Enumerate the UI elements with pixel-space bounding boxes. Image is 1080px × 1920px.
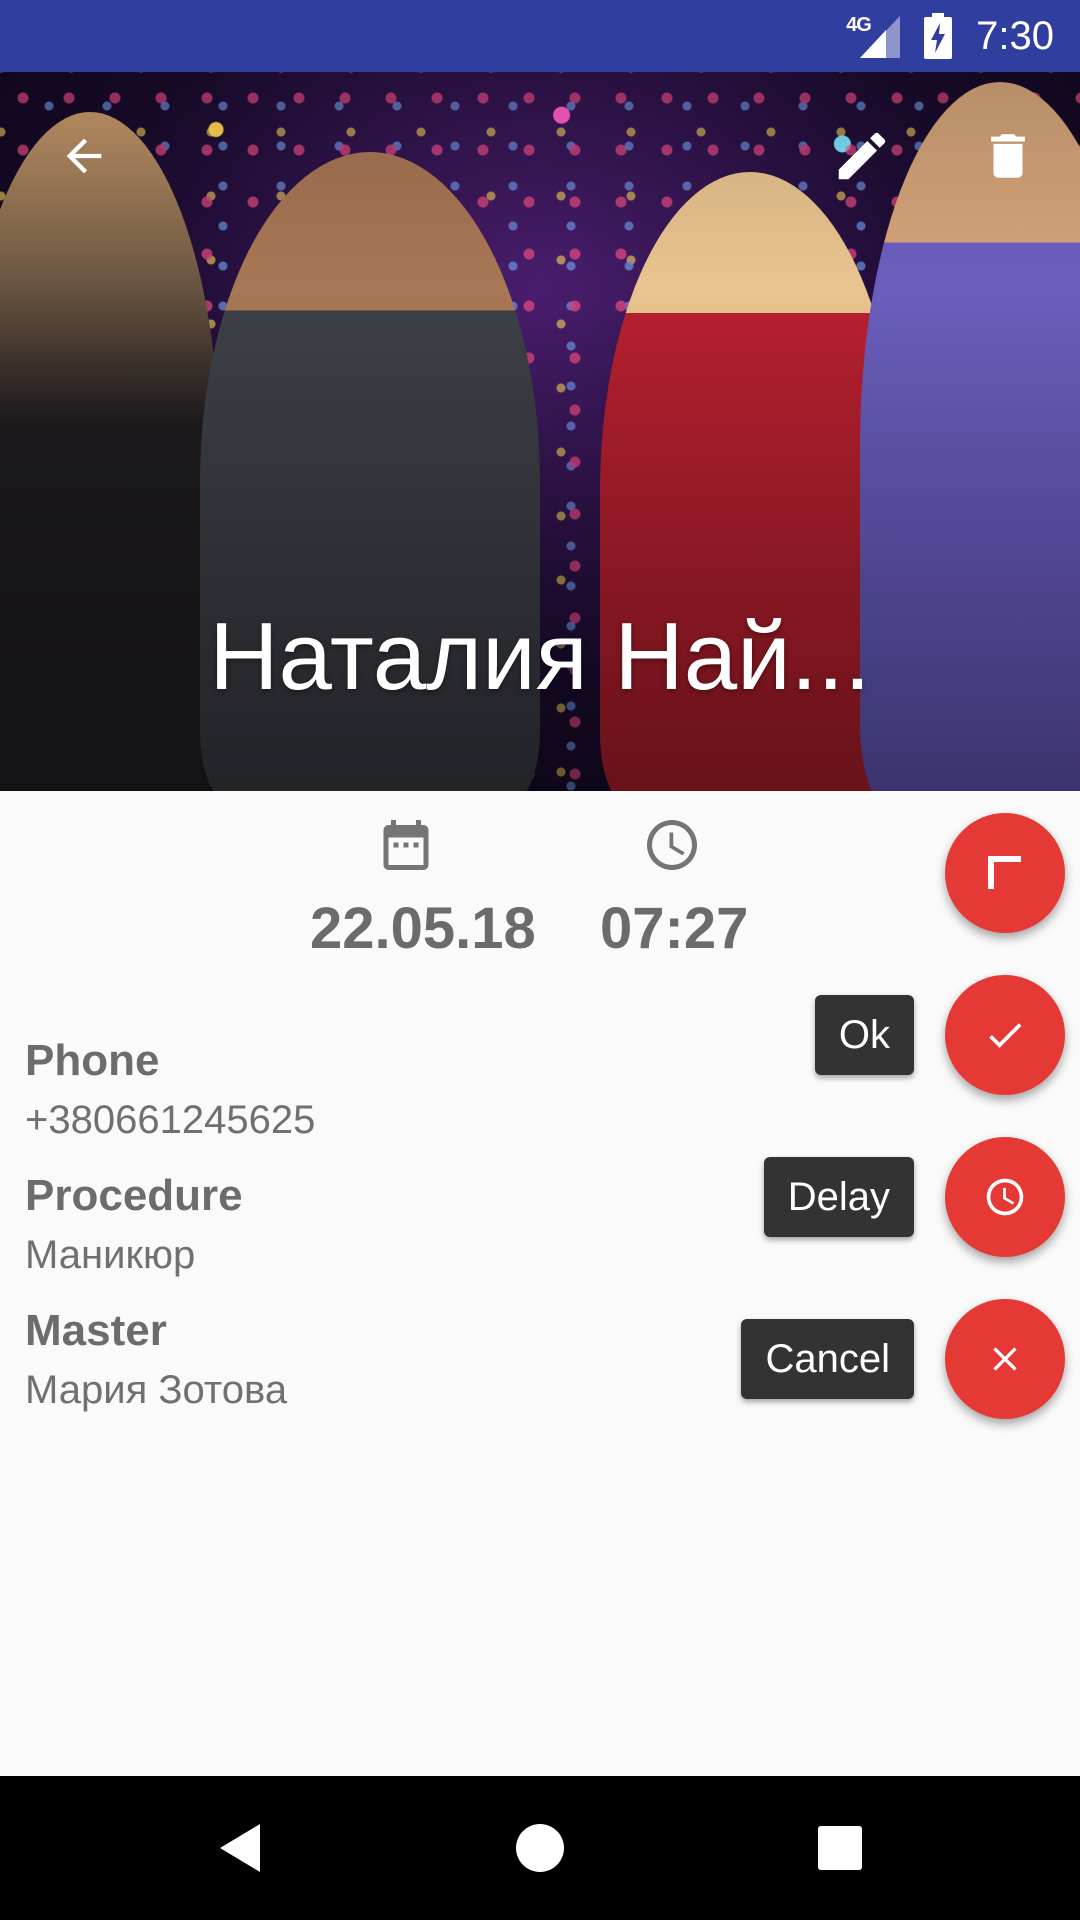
check-icon bbox=[989, 1023, 1022, 1048]
close-icon bbox=[993, 1347, 1017, 1371]
date-value: 22.05.18 bbox=[310, 896, 536, 961]
phone-label: Phone bbox=[25, 1036, 160, 1085]
appointment-time[interactable]: 07:27 bbox=[600, 815, 748, 962]
circle-home-icon bbox=[516, 1824, 564, 1872]
battery-charging-icon bbox=[924, 13, 953, 59]
clock-icon bbox=[647, 820, 697, 870]
square-recents-icon bbox=[818, 1826, 862, 1870]
cancel-button[interactable] bbox=[945, 1299, 1065, 1419]
cancel-label[interactable]: Cancel bbox=[741, 1319, 914, 1399]
time-value: 07:27 bbox=[600, 896, 749, 961]
signal-indicator: 4G bbox=[846, 14, 902, 58]
phone-value[interactable]: +380661245625 bbox=[25, 1098, 315, 1143]
procedure-label: Procedure bbox=[25, 1171, 243, 1220]
triangle-back-icon bbox=[220, 1824, 260, 1872]
delete-button[interactable] bbox=[968, 116, 1048, 196]
nav-back-button[interactable] bbox=[204, 1812, 276, 1884]
nav-recents-button[interactable] bbox=[804, 1812, 876, 1884]
arrow-back-icon bbox=[66, 138, 102, 174]
status-time: 7:30 bbox=[976, 13, 1054, 58]
edit-button[interactable] bbox=[822, 116, 902, 196]
clock-icon bbox=[986, 1178, 1024, 1216]
delay-label[interactable]: Delay bbox=[763, 1157, 914, 1237]
system-navigation-bar bbox=[0, 1776, 1080, 1920]
ok-button[interactable] bbox=[945, 975, 1065, 1095]
delay-button[interactable] bbox=[945, 1137, 1065, 1257]
nav-home-button[interactable] bbox=[504, 1812, 576, 1884]
header-photo: Наталия Най... bbox=[0, 72, 1080, 791]
back-button[interactable] bbox=[44, 116, 124, 196]
master-section: Master Мария Зотова bbox=[25, 1306, 315, 1413]
appointment-detail-screen: 4G 7:30 Наталия Най... 22.05.18 07:27 Ph… bbox=[0, 0, 1080, 1920]
master-value: Мария Зотова bbox=[25, 1368, 288, 1412]
ok-label[interactable]: Ok bbox=[814, 995, 914, 1075]
appointment-details: Phone +380661245625 Procedure Маникюр Ma… bbox=[25, 1036, 315, 1441]
network-type-label: 4G bbox=[846, 14, 872, 36]
status-bar: 4G 7:30 bbox=[0, 0, 1080, 72]
master-label: Master bbox=[25, 1306, 167, 1355]
client-name-title: Наталия Най... bbox=[209, 603, 871, 710]
calendar-icon bbox=[383, 820, 429, 870]
pencil-icon bbox=[838, 132, 886, 180]
procedure-section: Procedure Маникюр bbox=[25, 1171, 315, 1278]
phone-section: Phone +380661245625 bbox=[25, 1036, 315, 1143]
corner-icon bbox=[988, 856, 1021, 889]
appointment-date[interactable]: 22.05.18 bbox=[310, 815, 536, 962]
fab-menu-toggle-button[interactable] bbox=[945, 813, 1065, 933]
procedure-value: Маникюр bbox=[25, 1233, 196, 1277]
trash-icon bbox=[991, 134, 1025, 178]
